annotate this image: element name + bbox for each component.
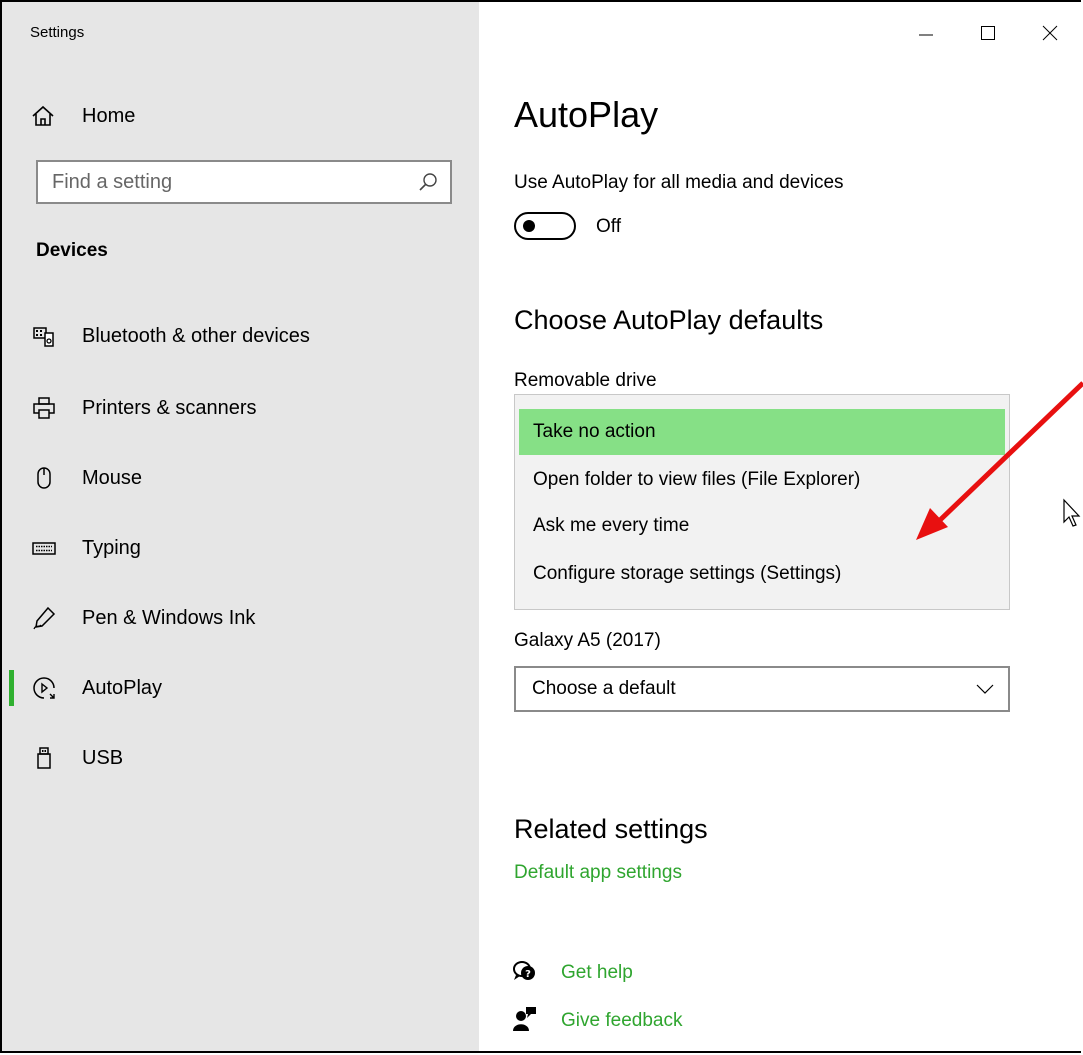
sidebar-item-label: Printers & scanners [82,396,257,419]
option-configure-storage[interactable]: Configure storage settings (Settings) [519,551,1005,597]
galaxy-label: Galaxy A5 (2017) [514,630,661,651]
close-icon [1042,25,1058,41]
minimize-button[interactable] [895,14,957,52]
sidebar-home[interactable]: Home [30,100,135,132]
toggle-state-label: Off [596,216,621,237]
search-icon[interactable] [418,172,438,192]
sidebar-item-mouse[interactable]: Mouse [2,452,479,504]
defaults-heading: Choose AutoPlay defaults [514,305,824,335]
autoplay-toggle[interactable] [514,212,576,240]
home-icon [32,105,54,126]
get-help-link[interactable]: Get help [561,962,633,984]
default-app-settings-link[interactable]: Default app settings [514,862,682,884]
sidebar-item-label: Bluetooth & other devices [82,324,310,347]
mouse-icon [37,467,51,489]
sidebar-item-label: AutoPlay [82,676,163,699]
sidebar-item-pen[interactable]: Pen & Windows Ink [2,592,479,644]
search-box[interactable] [36,160,452,204]
minimize-icon [919,34,933,36]
window-title: Settings [30,24,85,41]
give-feedback-link[interactable]: Give feedback [561,1010,682,1032]
option-open-folder[interactable]: Open folder to view files (File Explorer… [519,457,1005,503]
sidebar-item-label: USB [82,746,124,769]
sidebar-item-typing[interactable]: Typing [2,522,479,574]
sidebar-item-label: Typing [82,536,141,559]
pen-icon [33,606,56,630]
sidebar-item-usb[interactable]: USB [2,732,479,784]
maximize-icon [981,26,995,40]
printer-icon [33,397,55,419]
autoplay-icon [33,677,55,699]
settings-window: Settings Home Devices [0,0,1081,1053]
active-indicator [9,670,14,706]
sidebar-item-label: Mouse [82,466,143,489]
removable-drive-label: Removable drive [514,370,657,391]
give-feedback-icon [513,1007,536,1031]
sidebar-item-autoplay[interactable]: AutoPlay [2,662,479,714]
sidebar-home-label: Home [82,104,136,127]
removable-drive-dropdown-list[interactable]: Take no action Open folder to view files… [514,394,1010,610]
chevron-down-icon [976,684,994,694]
related-settings-heading: Related settings [514,814,708,844]
galaxy-select-value: Choose a default [532,678,676,699]
bluetooth-devices-icon [33,327,54,347]
close-button[interactable] [1019,14,1081,52]
maximize-button[interactable] [957,14,1019,52]
sidebar-item-bluetooth[interactable]: Bluetooth & other devices [2,310,479,362]
page-title: AutoPlay [514,94,659,135]
sidebar-item-printers[interactable]: Printers & scanners [2,382,479,434]
mouse-cursor-icon [1063,498,1081,527]
svg-text:?: ? [525,969,531,980]
option-ask-every-time[interactable]: Ask me every time [519,503,1005,549]
get-help-icon: ? [513,961,535,980]
sidebar-item-label: Pen & Windows Ink [82,606,256,629]
use-autoplay-label: Use AutoPlay for all media and devices [514,172,844,193]
search-input[interactable] [38,162,412,202]
sidebar: Settings Home Devices [2,2,479,1051]
window-controls [895,14,1081,52]
keyboard-icon [32,542,56,555]
galaxy-default-select[interactable]: Choose a default [514,666,1010,712]
option-take-no-action[interactable]: Take no action [519,409,1005,455]
usb-icon [37,747,51,769]
sidebar-section-title: Devices [36,240,108,261]
toggle-knob [523,220,535,232]
